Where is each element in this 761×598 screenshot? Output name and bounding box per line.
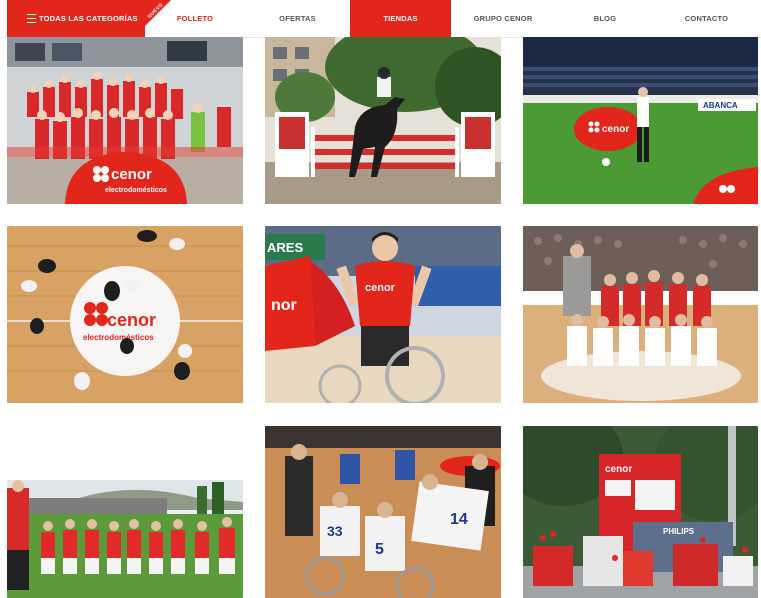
jersey-33: 33 [327,523,343,539]
stand-brand: cenor [605,464,632,475]
nav-contacto[interactable]: CONTACTO [655,0,758,37]
shirt-brand: cenor [365,282,396,294]
kids-team-photo: cenor electrodomésticos [7,37,243,204]
court-brand: cenor [107,310,156,330]
jersey-5: 5 [375,541,384,558]
hamburger-icon [27,14,36,23]
nav-grupo-cenor[interactable]: GRUPO CENOR [451,0,555,37]
photo-tile-wheelchair-basketball-game[interactable]: 33 5 14 [265,426,501,598]
nav-blog[interactable]: BLOG [555,0,655,37]
photo-tile-wheelchair-athlete[interactable]: ARES nor cenor [265,226,501,403]
photo-tile-football-stadium[interactable]: ABANCA cenor [523,37,758,204]
photo-tile-kids-team[interactable]: cenor electrodomésticos [7,37,243,204]
basketball-court-photo: cenor electrodomésticos [7,226,243,403]
nav-tiendas[interactable]: TIENDAS [350,0,451,37]
cenor-gift-stand-photo: cenor PHILIPS [523,426,758,598]
nav-folleto[interactable]: FOLLETO [145,0,245,37]
banner-sub: electrodomésticos [105,187,167,194]
stadium-banner: ABANCA [703,101,738,110]
flag-brand: nor [271,297,297,314]
philips-banner: PHILIPS [663,527,695,536]
nav-all-categories-label: TODAS LAS CATEGORÍAS [39,14,138,23]
wheelchair-basketball-game-photo: 33 5 14 [265,426,501,598]
nav-all-categories[interactable]: TODAS LAS CATEGORÍAS [7,0,145,37]
youth-basketball-team-photo [523,226,758,403]
kids-football-team-photo [7,480,243,598]
football-stadium-photo: ABANCA cenor [523,37,758,204]
banner-brand: cenor [111,166,152,183]
stadium-brand: cenor [602,124,629,135]
photo-tile-show-jumping[interactable] [265,37,501,204]
arena-banner: ARES [267,240,303,255]
jersey-14: 14 [450,511,468,528]
photo-tile-kids-football-team[interactable] [7,480,243,598]
court-sub: electrodomésticos [83,333,154,342]
photo-tile-basketball-court[interactable]: cenor electrodomésticos [7,226,243,403]
photo-tile-youth-basketball-team[interactable] [523,226,758,403]
photo-tile-cenor-gift-stand[interactable]: cenor PHILIPS [523,426,758,598]
nav-ofertas[interactable]: OFERTAS [245,0,350,37]
wheelchair-athlete-photo: ARES nor cenor [265,226,501,403]
show-jumping-photo [265,37,501,204]
top-navigation: TODAS LAS CATEGORÍAS FOLLETO NUEVO OFERT… [0,0,761,38]
